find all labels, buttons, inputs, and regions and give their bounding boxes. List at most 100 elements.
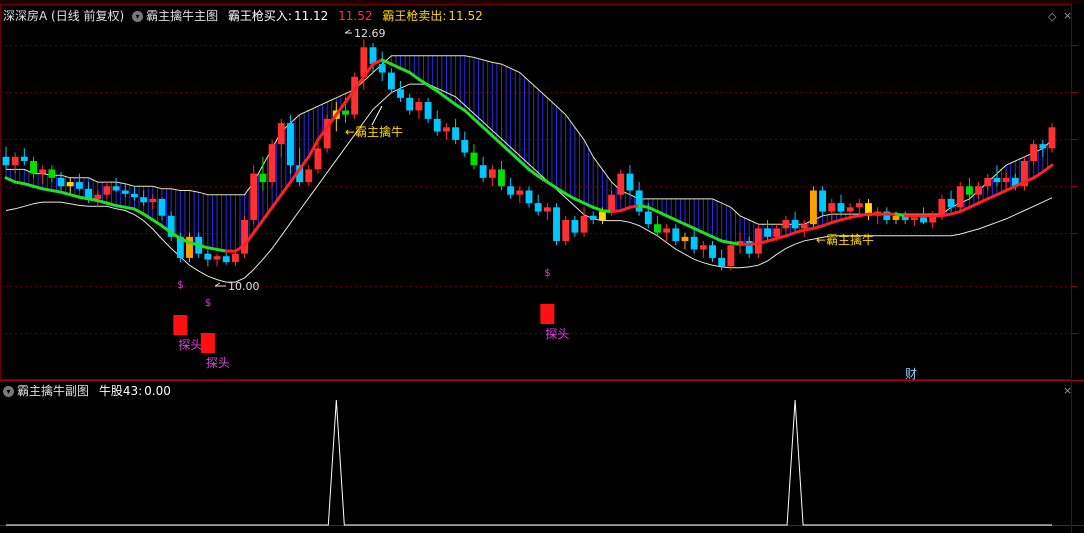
sub-close-icon[interactable]: × xyxy=(1063,384,1072,397)
candle-body xyxy=(75,182,83,189)
candle-body xyxy=(773,228,781,237)
candle-body xyxy=(250,173,258,220)
band-lower-seg xyxy=(646,205,659,214)
dollar-mark: $ xyxy=(544,268,550,279)
probe-label: 探头 xyxy=(545,327,569,341)
candle-body xyxy=(782,219,790,229)
candle-body xyxy=(461,139,469,153)
candle-body xyxy=(920,217,927,223)
candle-body xyxy=(498,169,505,187)
candle-body xyxy=(470,152,478,166)
low-label: 10.00 xyxy=(228,280,260,293)
diamond-icon[interactable]: ◇ xyxy=(1048,10,1056,23)
dollar-mark: $ xyxy=(177,280,183,291)
candle-body xyxy=(121,190,129,194)
candle-body xyxy=(571,219,579,233)
candle-body xyxy=(800,224,808,229)
candle-body xyxy=(598,211,606,220)
band-lower-seg xyxy=(977,197,990,205)
candle-body xyxy=(479,165,487,178)
dollar-mark: $ xyxy=(205,298,211,309)
cai-badge[interactable]: 财 xyxy=(905,367,917,381)
candle-body xyxy=(30,161,37,174)
sub-indicator-name[interactable]: 霸主擒牛副图 xyxy=(17,384,89,398)
candle-body xyxy=(286,123,294,166)
candle-body xyxy=(672,228,680,242)
top-toolbar-strip xyxy=(0,0,1084,4)
candle-body xyxy=(277,123,285,145)
candle-body xyxy=(204,253,212,260)
indicator-toggle-icon[interactable]: ▾ xyxy=(132,11,144,22)
candle-body xyxy=(158,198,166,216)
candle-body xyxy=(681,236,689,242)
candle-body xyxy=(553,207,560,242)
buy-label: 霸王枪买入: xyxy=(227,9,292,23)
candle-body xyxy=(442,127,450,132)
sub-toggle-icon[interactable]: ▾ xyxy=(3,386,14,397)
candle-body xyxy=(149,198,157,203)
candle-body xyxy=(754,228,762,254)
candle-body xyxy=(140,197,148,203)
candle-body xyxy=(589,215,597,220)
candle-body xyxy=(452,127,460,140)
band-lower-seg xyxy=(582,201,595,209)
candle-body xyxy=(433,118,441,132)
band-lower-seg xyxy=(692,226,705,235)
candle-body xyxy=(837,203,845,212)
candle-body xyxy=(727,245,735,267)
sub-label: 牛股43: xyxy=(98,384,143,398)
band-lower-seg xyxy=(995,188,1008,197)
band-lower-seg xyxy=(389,62,403,70)
probe-box xyxy=(200,333,215,353)
band-lower-seg xyxy=(4,176,17,184)
band-lower-seg xyxy=(958,205,971,214)
candle-body xyxy=(406,97,414,111)
main-indicator-name[interactable]: 霸主擒牛主图 xyxy=(146,9,218,23)
candle-body xyxy=(617,173,625,195)
buy-value-2: 11.52 xyxy=(338,9,373,23)
candle-body xyxy=(663,228,671,233)
candle-body xyxy=(424,102,432,119)
candle-body xyxy=(534,203,542,212)
candle-body xyxy=(268,144,276,183)
candle-body xyxy=(855,203,863,208)
candle-body xyxy=(112,186,120,191)
candle-body xyxy=(809,190,817,225)
candle-body xyxy=(635,190,643,212)
probe-label: 探头 xyxy=(178,338,202,352)
band-lower-seg xyxy=(986,193,999,201)
period-label[interactable]: (日线 前复权) xyxy=(51,9,124,23)
candle-body xyxy=(956,186,964,208)
band-lower-seg xyxy=(1004,184,1017,192)
band-lower-seg xyxy=(665,214,678,222)
candle-body xyxy=(819,190,827,212)
candle-body xyxy=(213,256,221,260)
candle-body xyxy=(910,217,918,220)
band-lower-seg xyxy=(683,222,696,230)
candle-body xyxy=(718,257,726,267)
buy-value: 11.12 xyxy=(293,9,329,23)
candle-body xyxy=(1048,127,1056,149)
candle-body xyxy=(892,215,900,220)
close-icon[interactable]: × xyxy=(1063,9,1072,22)
candle-body xyxy=(2,156,10,166)
candle-body xyxy=(608,194,616,212)
candle-body xyxy=(131,193,138,198)
candle-body xyxy=(1030,144,1038,161)
candle-body xyxy=(543,207,551,212)
candle-body xyxy=(231,253,239,263)
candle-body xyxy=(846,207,854,212)
candle-body xyxy=(516,190,524,195)
candle-body xyxy=(387,72,395,90)
band-lower-seg xyxy=(573,197,586,205)
band-lower-seg xyxy=(674,218,687,226)
sell-label: 霸王枪卖出: xyxy=(382,9,447,23)
candle-body xyxy=(94,194,102,199)
stock-name[interactable]: 深深房A xyxy=(3,9,47,23)
candle-body xyxy=(103,186,111,195)
candle-body xyxy=(20,156,28,161)
candle-body xyxy=(984,177,992,187)
candle-body xyxy=(562,219,570,242)
candle-body xyxy=(342,110,349,115)
candle-body xyxy=(709,245,716,258)
